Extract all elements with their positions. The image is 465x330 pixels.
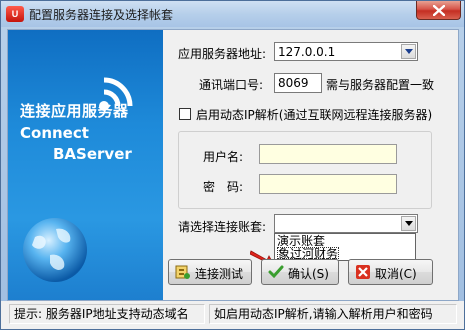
chevron-down-icon <box>405 221 413 226</box>
password-label: 密 码: <box>203 180 244 194</box>
server-address-dropdown-button[interactable] <box>401 44 416 59</box>
ok-label: 确认(S) <box>288 267 329 281</box>
status-tip-2: 如启用动态IP解析,请输入解析用户和密码 <box>209 304 457 324</box>
test-connection-button[interactable]: 连接测试 <box>168 259 252 285</box>
window-title: 配置服务器连接及选择帐套 <box>29 8 174 22</box>
dialog-window: U 配置服务器连接及选择帐套 连接应用服务器 Connect BAServer <box>0 0 465 330</box>
account-dropdown-button[interactable] <box>401 216 416 231</box>
title-bar[interactable]: U 配置服务器连接及选择帐套 <box>1 1 464 27</box>
port-input[interactable]: 8069 <box>274 73 322 93</box>
banner-subtitle-2: BAServer <box>53 145 132 163</box>
dynamic-ip-label[interactable]: 启用动态IP解析(通过互联网远程连接服务器) <box>196 106 432 123</box>
port-label: 通讯端口号: <box>199 78 264 92</box>
ok-button[interactable]: 确认(S) <box>261 259 339 285</box>
close-button[interactable] <box>416 1 461 20</box>
credentials-group: 用户名: 密 码: <box>178 131 432 209</box>
port-hint: 需与服务器配置一致 <box>326 78 435 92</box>
close-icon <box>433 5 445 16</box>
dialog-client: 连接应用服务器 Connect BAServer 应用服务器地址: 127.0.… <box>7 29 459 301</box>
connect-banner: 连接应用服务器 Connect BAServer <box>8 30 163 300</box>
chevron-down-icon <box>405 49 413 54</box>
account-option[interactable]: 演示账套 <box>277 235 325 247</box>
banner-subtitle-1: Connect <box>20 124 89 142</box>
account-label: 请选择连接账套: <box>178 220 267 234</box>
test-connection-label: 连接测试 <box>195 267 244 281</box>
banner-title: 连接应用服务器 <box>20 102 129 120</box>
server-address-combo[interactable]: 127.0.0.1 <box>274 42 418 61</box>
server-address-value: 127.0.0.1 <box>278 45 336 59</box>
username-input[interactable] <box>259 144 397 164</box>
test-connection-icon <box>175 265 190 279</box>
account-combo[interactable] <box>274 214 418 233</box>
port-value: 8069 <box>278 76 309 90</box>
username-label: 用户名: <box>203 150 244 164</box>
cancel-icon <box>356 265 370 279</box>
app-icon: U <box>6 6 24 22</box>
password-input[interactable] <box>259 174 397 194</box>
status-bar: 提示: 服务器IP地址支持动态域名 如启用动态IP解析,请输入解析用户和密码 <box>1 301 464 329</box>
account-dropdown-list: 演示账套 象过河财务 <box>274 233 416 261</box>
dynamic-ip-checkbox[interactable] <box>179 108 191 120</box>
server-address-label: 应用服务器地址: <box>178 47 267 61</box>
checkmark-icon <box>268 265 284 279</box>
globe-icon <box>23 218 87 282</box>
cancel-label: 取消(C) <box>375 267 417 281</box>
status-tip: 提示: 服务器IP地址支持动态域名 <box>9 304 205 324</box>
cancel-button[interactable]: 取消(C) <box>348 259 433 285</box>
account-option-highlighted[interactable]: 象过河财务 <box>277 247 340 260</box>
